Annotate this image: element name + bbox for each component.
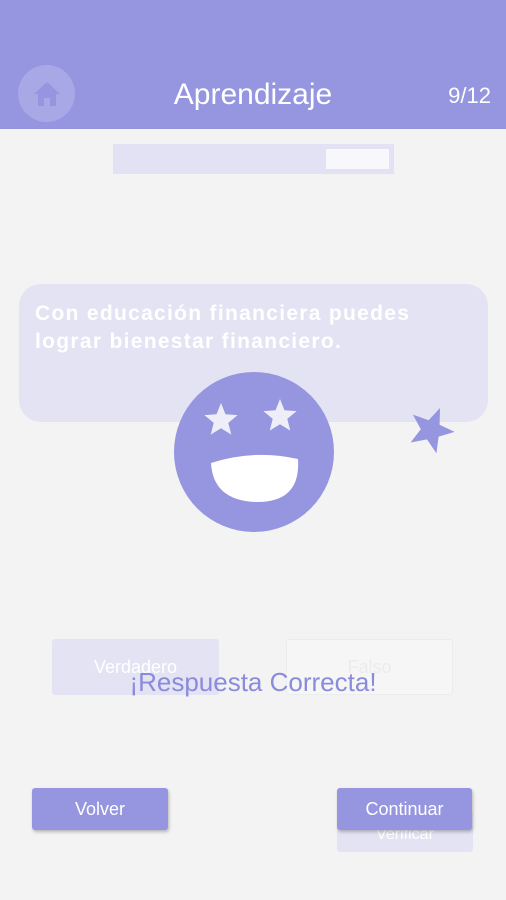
feedback-message: ¡Respuesta Correcta! xyxy=(129,667,377,697)
question-text: Con educación financiera puedes lograr b… xyxy=(35,302,411,353)
page-title: Aprendizaje xyxy=(173,78,333,111)
question-counter: 9/12 xyxy=(448,83,491,108)
progress-bar-fill xyxy=(115,146,323,172)
progress-bar xyxy=(113,144,394,174)
progress-bar-remaining xyxy=(325,149,389,169)
star-icon xyxy=(410,408,455,454)
star-eyes-smiley-icon xyxy=(174,372,334,532)
back-button[interactable]: Volver xyxy=(32,788,168,830)
app-header: Aprendizaje 9/12 xyxy=(0,0,506,129)
continue-button[interactable]: Continuar xyxy=(337,788,472,830)
